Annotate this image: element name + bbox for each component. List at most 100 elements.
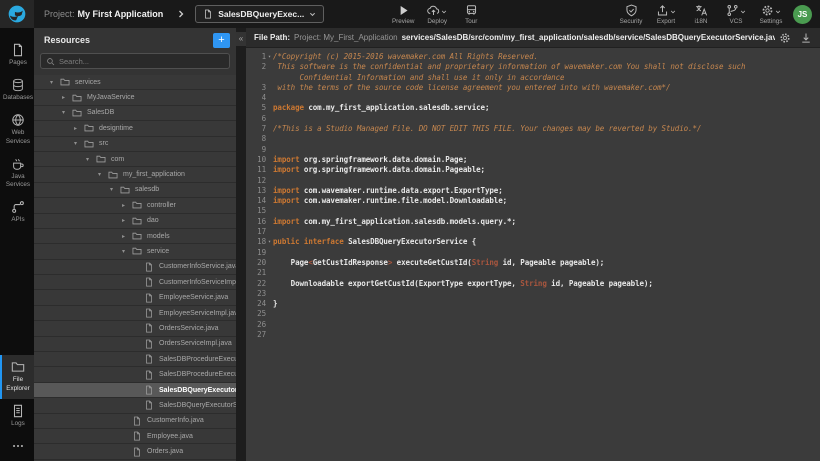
tree-item[interactable]: ▾src bbox=[34, 137, 236, 152]
vcs-button[interactable]: VCS bbox=[723, 3, 749, 25]
caret-down-icon[interactable]: ▾ bbox=[86, 156, 96, 163]
sidebar-item-pages[interactable]: Pages bbox=[0, 38, 34, 73]
tree-item[interactable]: ▸models bbox=[34, 229, 236, 244]
download-file-icon[interactable] bbox=[800, 32, 812, 44]
code-line[interactable]: 9 bbox=[246, 145, 820, 155]
code-line[interactable]: 26 bbox=[246, 320, 820, 330]
tree-item[interactable]: ▾SalesDB bbox=[34, 106, 236, 121]
editor-settings-gear-icon[interactable] bbox=[779, 32, 791, 44]
code-line[interactable]: 17 bbox=[246, 227, 820, 237]
code-line[interactable]: 11import org.springframework.data.domain… bbox=[246, 165, 820, 175]
tree-item[interactable]: ▾services bbox=[34, 75, 236, 90]
sidebar-item-logs[interactable]: Logs bbox=[0, 399, 34, 434]
caret-right-icon[interactable]: ▸ bbox=[122, 217, 132, 224]
tree-item[interactable]: ▸dao bbox=[34, 214, 236, 229]
wavemaker-logo[interactable] bbox=[0, 0, 34, 28]
tree-item[interactable]: EmployeeService.java bbox=[34, 290, 236, 305]
code-line[interactable]: 25 bbox=[246, 309, 820, 319]
user-avatar[interactable]: JS bbox=[793, 5, 812, 24]
chevron-down-icon[interactable] bbox=[740, 9, 746, 15]
i18n-button[interactable]: i18N bbox=[688, 3, 714, 25]
caret-down-icon[interactable]: ▾ bbox=[98, 171, 108, 178]
deploy-button[interactable]: Deploy bbox=[424, 3, 450, 25]
fold-marker-icon[interactable]: ▾ bbox=[266, 237, 273, 247]
tree-item[interactable]: ▸designtime bbox=[34, 121, 236, 136]
tree-item[interactable]: SalesDBQueryExecutorServiceImpl.java bbox=[34, 398, 236, 413]
code-line[interactable]: 6 bbox=[246, 114, 820, 124]
sidebar-item-file-explorer[interactable]: File Explorer bbox=[0, 355, 34, 398]
tree-item[interactable]: ▾salesdb bbox=[34, 183, 236, 198]
code-line[interactable]: 12 bbox=[246, 176, 820, 186]
code-text: This software is the confidential and pr… bbox=[273, 62, 745, 72]
preview-button[interactable]: Preview bbox=[390, 3, 416, 25]
fold-marker-icon[interactable]: ▾ bbox=[266, 52, 273, 62]
tree-item[interactable]: Employee.java bbox=[34, 429, 236, 444]
code-line[interactable]: 27 bbox=[246, 330, 820, 340]
code-text: import com.my_first_application.salesdb.… bbox=[273, 217, 516, 227]
export-button[interactable]: Export bbox=[653, 3, 679, 25]
caret-down-icon[interactable]: ▾ bbox=[110, 186, 120, 193]
tree-item[interactable]: CustomerInfo.java bbox=[34, 414, 236, 429]
tree-item[interactable]: OrdersServiceImpl.java bbox=[34, 337, 236, 352]
artefact-dropdown[interactable]: SalesDBQueryExec... bbox=[195, 5, 324, 23]
code-line[interactable]: 4 bbox=[246, 93, 820, 103]
tree-item[interactable]: ▾com bbox=[34, 152, 236, 167]
code-line[interactable]: 8 bbox=[246, 134, 820, 144]
code-line[interactable]: 5package com.my_first_application.salesd… bbox=[246, 103, 820, 113]
tree-item[interactable]: Orders.java bbox=[34, 444, 236, 459]
code-line[interactable]: 7/*This is a Studio Managed File. DO NOT… bbox=[246, 124, 820, 134]
chevron-down-icon[interactable] bbox=[441, 9, 447, 15]
sidebar-item-java-services[interactable]: Java Services bbox=[0, 152, 34, 195]
code-line[interactable]: 10import org.springframework.data.domain… bbox=[246, 155, 820, 165]
tour-button[interactable]: Tour bbox=[458, 3, 484, 25]
tree-item[interactable]: CustomerInfoServiceImpl.java bbox=[34, 275, 236, 290]
tree-item[interactable]: OrdersService.java bbox=[34, 321, 236, 336]
add-resource-button[interactable]: + bbox=[213, 33, 230, 48]
tree-item[interactable]: CustomerInfoService.java bbox=[34, 260, 236, 275]
tree-item[interactable]: ▸controller bbox=[34, 198, 236, 213]
tree-item[interactable]: EmployeeServiceImpl.java bbox=[34, 306, 236, 321]
tree-item[interactable]: ▾service bbox=[34, 244, 236, 259]
sidebar-item-web-services[interactable]: Web Services bbox=[0, 108, 34, 151]
tree-item[interactable]: SalesDBQueryExecutorService.java bbox=[34, 383, 236, 398]
caret-right-icon[interactable]: ▸ bbox=[74, 125, 84, 132]
code-line[interactable]: 16import com.my_first_application.salesd… bbox=[246, 217, 820, 227]
sidebar-item-more[interactable] bbox=[0, 434, 34, 461]
caret-down-icon[interactable]: ▾ bbox=[50, 79, 60, 86]
code-line[interactable]: 24} bbox=[246, 299, 820, 309]
caret-down-icon[interactable]: ▾ bbox=[122, 248, 132, 255]
code-line[interactable]: 18▾public interface SalesDBQueryExecutor… bbox=[246, 237, 820, 247]
code-line[interactable]: 2 This software is the confidential and … bbox=[246, 62, 820, 72]
tree-item[interactable]: SalesDBProcedureExecutorServiceImpl.java bbox=[34, 367, 236, 382]
sidebar-item-apis[interactable]: APIs bbox=[0, 195, 34, 230]
code-line[interactable]: 20 Page<GetCustIdResponse> executeGetCus… bbox=[246, 258, 820, 268]
chevron-down-icon[interactable] bbox=[775, 9, 781, 15]
settings-button[interactable]: Settings bbox=[758, 3, 784, 25]
code-line[interactable]: 13import com.wavemaker.runtime.data.expo… bbox=[246, 186, 820, 196]
collapse-panel-button[interactable]: « bbox=[236, 32, 246, 46]
code-line[interactable]: 3 with the terms of the source code lice… bbox=[246, 83, 820, 93]
code-editor[interactable]: 1▾/*Copyright (c) 2015-2016 wavemaker.co… bbox=[246, 48, 820, 461]
code-line[interactable]: 14import com.wavemaker.runtime.file.mode… bbox=[246, 196, 820, 206]
coffee-icon bbox=[11, 157, 25, 171]
security-button[interactable]: Security bbox=[618, 3, 644, 25]
chevron-down-icon[interactable] bbox=[670, 9, 676, 15]
search-input[interactable] bbox=[59, 57, 224, 66]
code-line[interactable]: 22 Downloadable exportGetCustId(ExportTy… bbox=[246, 279, 820, 289]
code-line[interactable]: 19 bbox=[246, 248, 820, 258]
tree-item[interactable]: ▸MyJavaService bbox=[34, 90, 236, 105]
caret-right-icon[interactable]: ▸ bbox=[122, 233, 132, 240]
caret-right-icon[interactable]: ▸ bbox=[122, 202, 132, 209]
code-line[interactable]: 1▾/*Copyright (c) 2015-2016 wavemaker.co… bbox=[246, 52, 820, 62]
code-line[interactable]: 23 bbox=[246, 289, 820, 299]
tree-item[interactable]: ▾my_first_application bbox=[34, 167, 236, 182]
code-line[interactable]: Confidential Information and shall use i… bbox=[246, 73, 820, 83]
code-line[interactable]: 15 bbox=[246, 206, 820, 216]
project-name[interactable]: My First Application bbox=[78, 9, 164, 19]
caret-down-icon[interactable]: ▾ bbox=[74, 140, 84, 147]
caret-right-icon[interactable]: ▸ bbox=[62, 94, 72, 101]
sidebar-item-databases[interactable]: Databases bbox=[0, 73, 34, 108]
code-line[interactable]: 21 bbox=[246, 268, 820, 278]
caret-down-icon[interactable]: ▾ bbox=[62, 109, 72, 116]
tree-item[interactable]: SalesDBProcedureExecutorService.java bbox=[34, 352, 236, 367]
